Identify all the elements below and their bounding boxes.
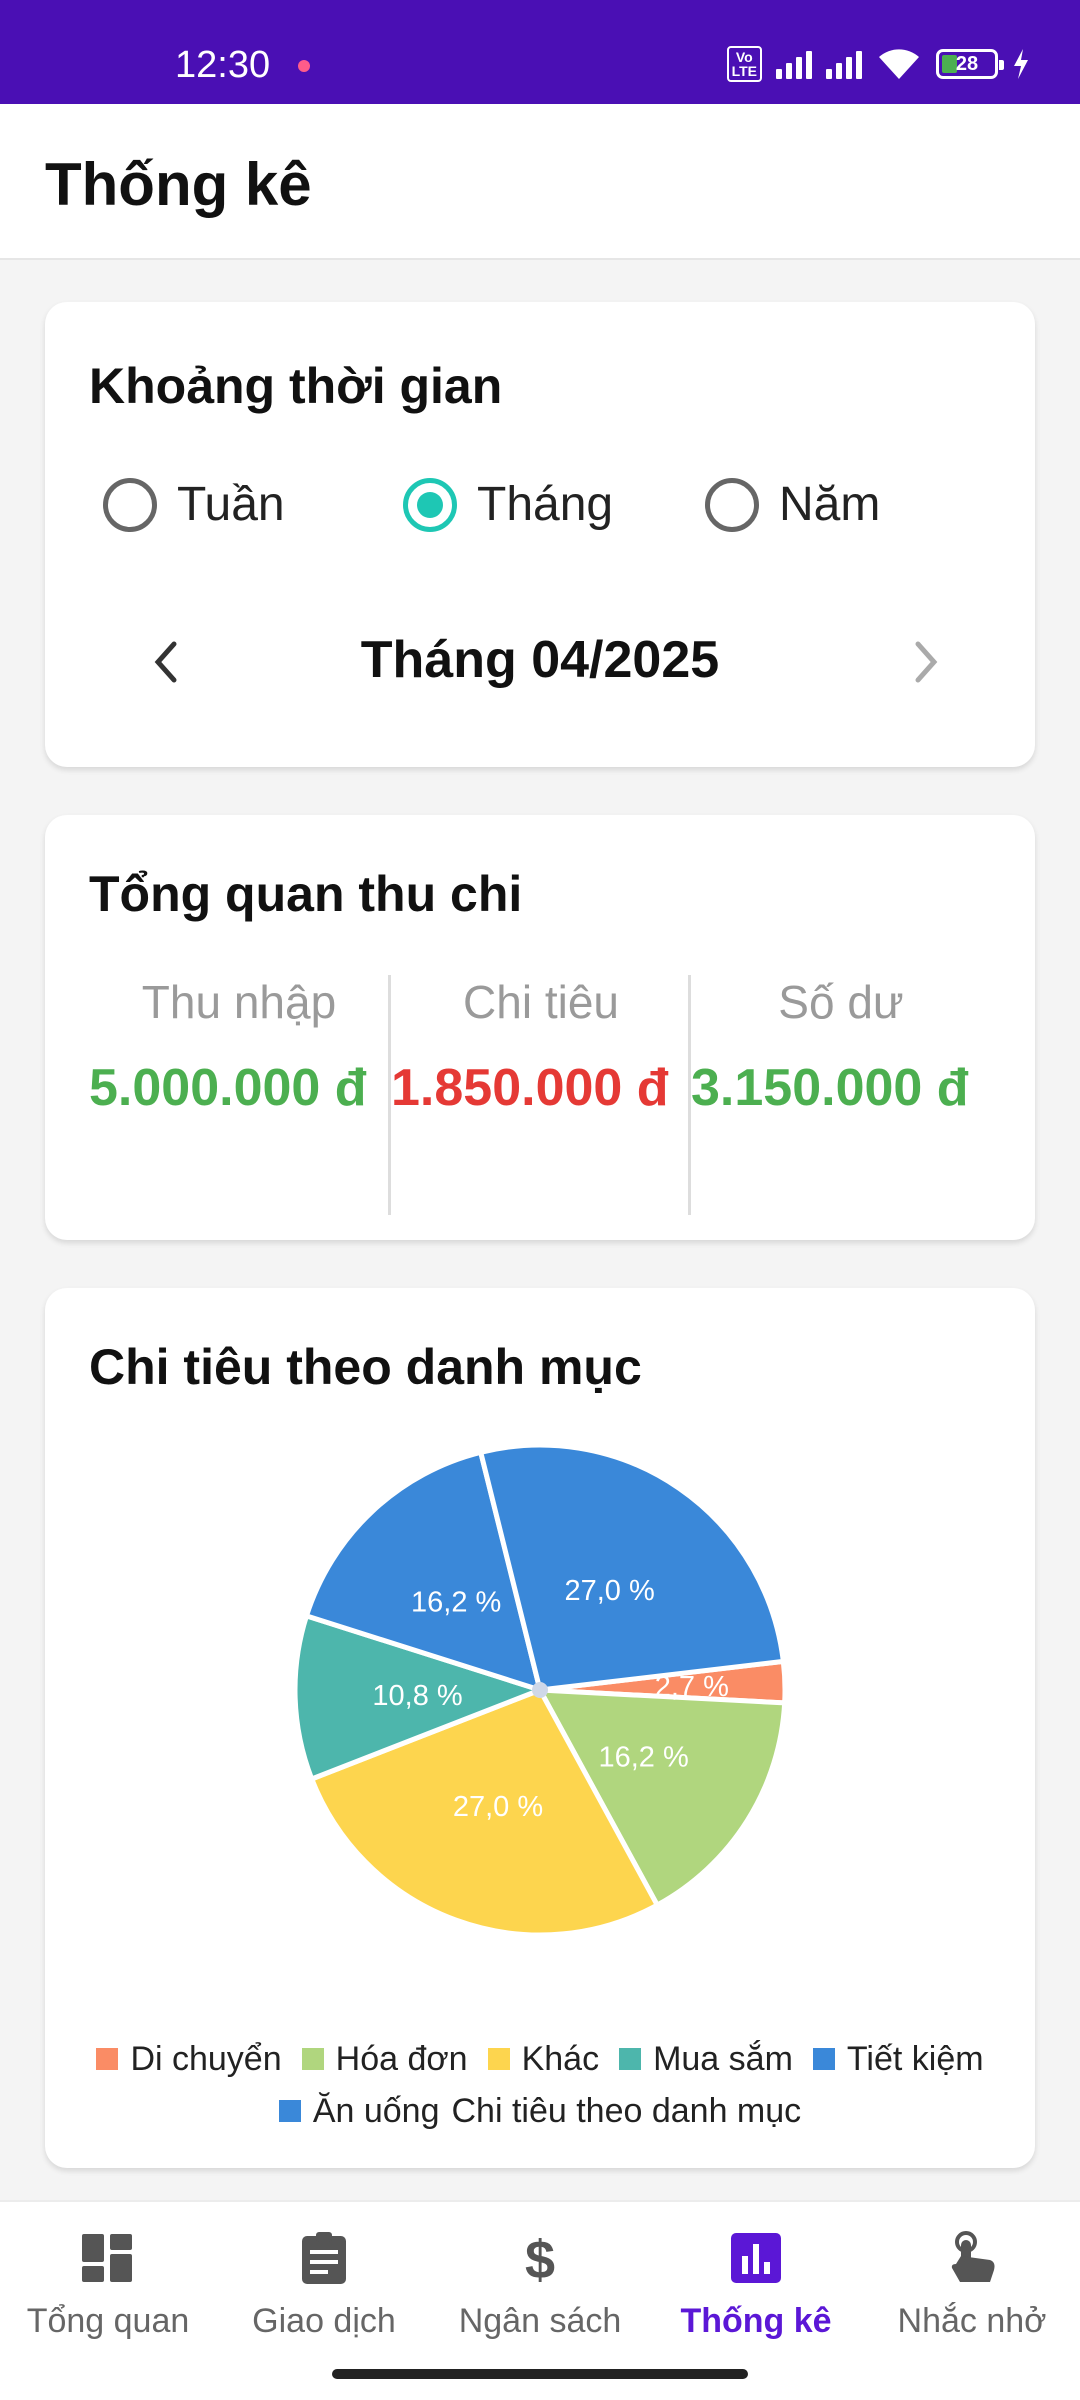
radio-year-circle[interactable] <box>705 477 759 532</box>
expense-label: Chi tiêu <box>463 976 619 1028</box>
touch-icon <box>951 2231 995 2282</box>
label-khac: 27,0 % <box>453 1791 543 1823</box>
radio-month[interactable]: Tháng <box>403 477 613 532</box>
signal-icon <box>826 49 862 79</box>
charging-icon <box>1014 49 1028 79</box>
signal-icon <box>776 49 812 79</box>
balance-value: 3.150.000 đ <box>691 1059 969 1117</box>
expense-value: 1.850.000 đ <box>391 1059 669 1117</box>
category-chart-card: Chi tiêu theo danh mục 2,7 % 16,2 % 27,0 %… <box>45 1288 1035 2168</box>
pie-chart-area: 2,7 % 16,2 % 27,0 % 10,8 % 16,2 % 27,0 % <box>45 1442 1035 1963</box>
clipboard-icon <box>302 2232 346 2284</box>
volte-icon: Vo LTE <box>726 46 762 82</box>
legend-hoa-don: Hóa đơn <box>301 2033 468 2085</box>
radio-year-label: Năm <box>779 478 881 531</box>
nav-item-reminders[interactable]: Nhắc nhở <box>864 2202 1080 2372</box>
battery-level: 28 <box>955 53 979 75</box>
nav-item-transactions-label: Giao dịch <box>252 2302 396 2340</box>
income-label: Thu nhập <box>141 976 337 1028</box>
pie-center <box>532 1682 548 1698</box>
label-mua-sam: 10,8 % <box>372 1680 462 1712</box>
wifi-icon <box>879 49 919 79</box>
chevron-right-icon <box>915 641 938 683</box>
period-radio-group: Tuần Tháng Năm <box>103 477 1003 537</box>
legend-label: Khác <box>521 2040 600 2078</box>
app-bar: Thống kê <box>0 104 1080 260</box>
legend-swatch <box>278 2100 301 2122</box>
category-chart-title: Chi tiêu theo danh mục <box>89 1339 642 1395</box>
balance-label: Số dư <box>778 976 904 1028</box>
notification-dot-icon <box>298 60 310 72</box>
balance-column: Số dư 3.150.000 đ <box>688 975 988 1215</box>
svg-text:$: $ <box>525 2230 555 2286</box>
battery-icon: 28 <box>936 49 1004 79</box>
gesture-navigation-bar[interactable] <box>332 2369 748 2379</box>
pie-chart[interactable]: 2,7 % 16,2 % 27,0 % 10,8 % 16,2 % 27,0 % <box>45 1442 1035 1963</box>
radio-week[interactable]: Tuần <box>103 477 285 532</box>
legend-tiet-kiem: Tiết kiệm <box>812 2033 984 2085</box>
legend-swatch <box>96 2048 119 2070</box>
page-title: Thống kê <box>45 151 312 218</box>
radio-week-circle[interactable] <box>103 477 157 532</box>
income-value: 5.000.000 đ <box>89 1059 367 1117</box>
expense-column: Chi tiêu 1.850.000 đ <box>388 975 688 1215</box>
period-card-title: Khoảng thời gian <box>89 358 503 414</box>
chart-legend: Di chuyển Hóa đơn Khác Mua sắm Tiết kiệm Ăn u… <box>75 2033 1005 2137</box>
legend-swatch <box>619 2048 642 2070</box>
radio-year[interactable]: Năm <box>705 477 880 532</box>
nav-item-budget[interactable]: $ Ngân sách <box>432 2202 648 2372</box>
label-an-uong: 27,0 % <box>564 1575 654 1607</box>
period-card: Khoảng thời gian Tuần Tháng Năm Tháng 04… <box>45 302 1035 767</box>
radio-month-label: Tháng <box>477 478 614 531</box>
next-period-button[interactable] <box>895 627 955 697</box>
legend-label: Tiết kiệm <box>846 2040 984 2078</box>
legend-label: Ăn uống <box>312 2092 440 2130</box>
battery-cap <box>999 60 1004 70</box>
nav-item-transactions[interactable]: Giao dịch <box>216 2202 432 2372</box>
legend-khac: Khác <box>487 2033 600 2085</box>
dashboard-icon <box>82 2234 132 2282</box>
nav-item-statistics[interactable]: Thống kê <box>648 2202 864 2372</box>
overview-card: Tổng quan thu chi Thu nhập 5.000.000 đ C… <box>45 815 1035 1240</box>
legend-swatch <box>812 2048 835 2070</box>
bar-chart-icon <box>731 2233 781 2283</box>
nav-item-overview-label: Tổng quan <box>26 2302 190 2340</box>
label-tiet-kiem: 16,2 % <box>411 1587 501 1619</box>
legend-an-uong: Ăn uống Chi tiêu theo danh mục <box>278 2085 802 2137</box>
current-period-label: Tháng 04/2025 <box>360 631 720 689</box>
legend-label: Mua sắm <box>653 2040 793 2078</box>
status-bar: 12:30 Vo LTE 28 <box>0 0 1080 104</box>
status-icons: Vo LTE 28 <box>726 46 1030 82</box>
legend-mua-sam: Mua sắm <box>619 2033 793 2085</box>
legend-swatch <box>487 2048 510 2070</box>
nav-item-statistics-label: Thống kê <box>680 2302 832 2340</box>
income-column: Thu nhập 5.000.000 đ <box>89 975 389 1215</box>
legend-label: Hóa đơn <box>335 2040 468 2078</box>
nav-item-overview[interactable]: Tổng quan <box>0 2202 216 2372</box>
nav-item-reminders-label: Nhắc nhở <box>897 2302 1047 2340</box>
legend-label: Di chuyển <box>130 2040 282 2078</box>
legend-swatch <box>301 2048 324 2070</box>
legend-di-chuyen: Di chuyển <box>96 2033 282 2085</box>
status-time: 12:30 <box>175 44 271 86</box>
label-hoa-don: 16,2 % <box>598 1741 688 1773</box>
dollar-icon: $ <box>525 2230 555 2286</box>
radio-week-label: Tuần <box>177 478 285 531</box>
nav-item-budget-label: Ngân sách <box>458 2302 622 2340</box>
label-di-chuyen: 2,7 % <box>655 1671 729 1703</box>
legend-description: Chi tiêu theo danh mục <box>451 2092 802 2130</box>
overview-card-title: Tổng quan thu chi <box>89 866 523 922</box>
radio-month-circle[interactable] <box>403 477 457 532</box>
